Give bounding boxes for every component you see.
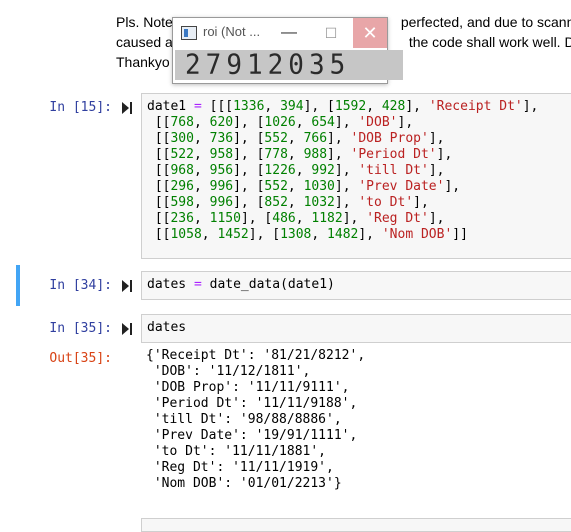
code-line: [[296, 996], [552, 1030], 'Prev Date'], — [147, 179, 461, 194]
cell-35-out-prompt: Out[35]: — [49, 351, 112, 366]
code-line: [[598, 996], [852, 1032], 'to Dt'], — [147, 195, 429, 210]
run-cell-icon[interactable] — [122, 323, 132, 335]
code-line: dates — [147, 320, 187, 335]
roi-digit: 5 — [329, 49, 347, 81]
code-line: [[300, 736], [552, 766], 'DOB Prop'], — [147, 131, 445, 146]
code-token: = — [193, 99, 202, 114]
output-line: {'Receipt Dt': '81/21/8212', — [146, 348, 366, 363]
code-line: [[768, 620], [1026, 654], 'DOB'], — [147, 115, 414, 130]
run-cell-icon[interactable] — [122, 102, 132, 114]
note-line-2-head: caused a — [116, 34, 173, 50]
cell-34-prompt: In [34]: — [49, 278, 112, 293]
code-line: [[236, 1150], [486, 1182], 'Reg Dt'], — [147, 211, 445, 226]
output-line: 'Reg Dt': '11/11/1919', — [146, 460, 334, 475]
roi-digit: 3 — [308, 49, 326, 81]
output-line: 'to Dt': '11/11/1881', — [146, 444, 327, 459]
output-line: 'DOB Prop': '11/11/9111', — [146, 380, 350, 395]
code-line: dates = date_data(date1) — [147, 277, 335, 292]
roi-digit: 7 — [205, 49, 223, 81]
roi-digits-image: 2 7 9 1 2 0 3 5 — [175, 49, 403, 81]
cell-15-code[interactable]: date1 = [[[1336, 394], [1592, 428], 'Rec… — [141, 93, 571, 259]
output-line: 'Nom DOB': '01/01/2213'} — [146, 476, 342, 491]
code-line: date1 = [[[1336, 394], [1592, 428], 'Rec… — [147, 99, 539, 114]
roi-window-titlebar[interactable]: roi (Not ... — ☐ ✕ — [173, 18, 387, 48]
code-token: date1 — [147, 99, 194, 114]
cell-15-prompt: In [15]: — [49, 100, 112, 115]
roi-digit: 2 — [185, 49, 202, 81]
code-line: [[968, 956], [1226, 992], 'till Dt'], — [147, 163, 445, 178]
roi-digit: 9 — [226, 49, 243, 81]
next-cell-code[interactable] — [141, 518, 571, 532]
code-line: [[1058, 1452], [1308, 1482], 'Nom DOB']] — [147, 227, 468, 242]
output-line: 'till Dt': '98/88/8886', — [146, 412, 342, 427]
output-line: 'Period Dt': '11/11/9188', — [146, 396, 358, 411]
note-line-1-head: Pls. Note — [116, 14, 173, 30]
note-line-1-tail: perfected, and due to scann — [400, 14, 571, 30]
roi-window-title: roi (Not ... — [203, 24, 261, 39]
note-line-3-head: Thankyo — [116, 54, 170, 70]
minimize-button[interactable]: — — [269, 18, 309, 48]
roi-window[interactable]: roi (Not ... — ☐ ✕ 2 7 9 1 2 0 3 5 — [172, 17, 403, 84]
cell-35-output: {'Receipt Dt': '81/21/8212', 'DOB': '11/… — [146, 348, 365, 492]
output-line: 'DOB': '11/12/1811', — [146, 364, 311, 379]
output-line: 'Prev Date': '19/91/1111', — [146, 428, 358, 443]
code-line: [[522, 958], [778, 988], 'Period Dt'], — [147, 147, 453, 162]
roi-digit: 1 — [246, 49, 264, 81]
window-app-icon — [181, 26, 197, 40]
cell-35-prompt: In [35]: — [49, 321, 112, 336]
run-cell-icon[interactable] — [122, 280, 132, 292]
roi-digit: 0 — [288, 49, 305, 81]
cell-35-code[interactable]: dates — [141, 314, 571, 343]
roi-digit: 2 — [267, 49, 285, 81]
maximize-button[interactable]: ☐ — [311, 18, 351, 48]
cell-34-code[interactable]: dates = date_data(date1) — [141, 271, 571, 300]
close-button[interactable]: ✕ — [353, 18, 387, 48]
note-line-2-tail: the code shall work well. Du — [408, 34, 571, 50]
